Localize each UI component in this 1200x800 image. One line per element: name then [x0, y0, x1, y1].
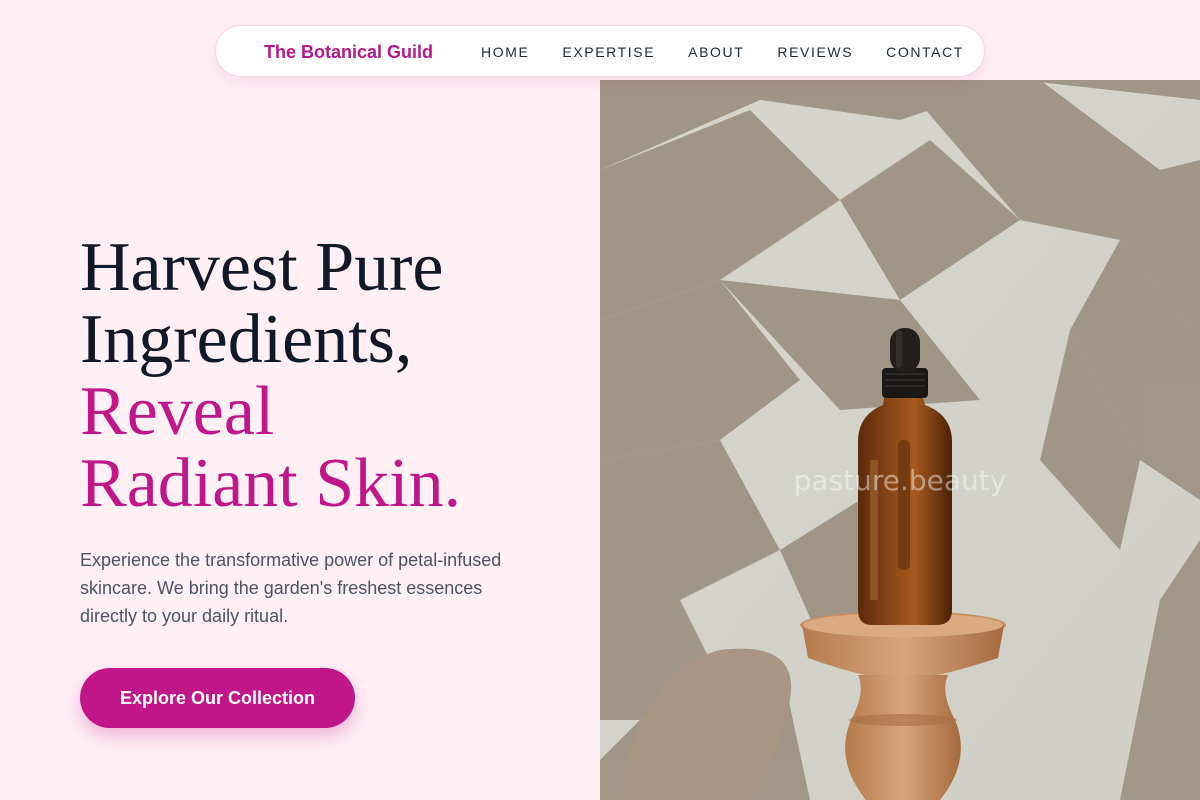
- explore-collection-button[interactable]: Explore Our Collection: [80, 668, 355, 728]
- nav-link-contact[interactable]: CONTACT: [886, 44, 964, 60]
- image-watermark: pasture.beauty: [793, 464, 1007, 497]
- nav-link-home[interactable]: HOME: [481, 44, 529, 60]
- headline-line-1: Harvest Pure: [80, 229, 444, 306]
- headline-accent-line-1: Reveal: [80, 373, 275, 450]
- serum-bottle-illustration: [600, 80, 1200, 800]
- nav-link-about[interactable]: ABOUT: [688, 44, 744, 60]
- hero-subtitle: Experience the transformative power of p…: [80, 550, 502, 626]
- hero-text: Harvest Pure Ingredients, Reveal Radiant…: [80, 232, 580, 630]
- hero-product-image: pasture.beauty: [600, 80, 1200, 800]
- brand-logo[interactable]: The Botanical Guild: [264, 26, 433, 78]
- headline-accent-line-2: Radiant Skin.: [80, 445, 462, 522]
- nav-links: HOME EXPERTISE ABOUT REVIEWS CONTACT: [481, 26, 997, 78]
- nav-link-reviews[interactable]: REVIEWS: [777, 44, 853, 60]
- headline-line-2: Ingredients,: [80, 301, 413, 378]
- top-navigation: The Botanical Guild HOME EXPERTISE ABOUT…: [215, 25, 985, 77]
- hero-headline: Harvest Pure Ingredients, Reveal Radiant…: [80, 232, 580, 520]
- nav-link-expertise[interactable]: EXPERTISE: [562, 44, 655, 60]
